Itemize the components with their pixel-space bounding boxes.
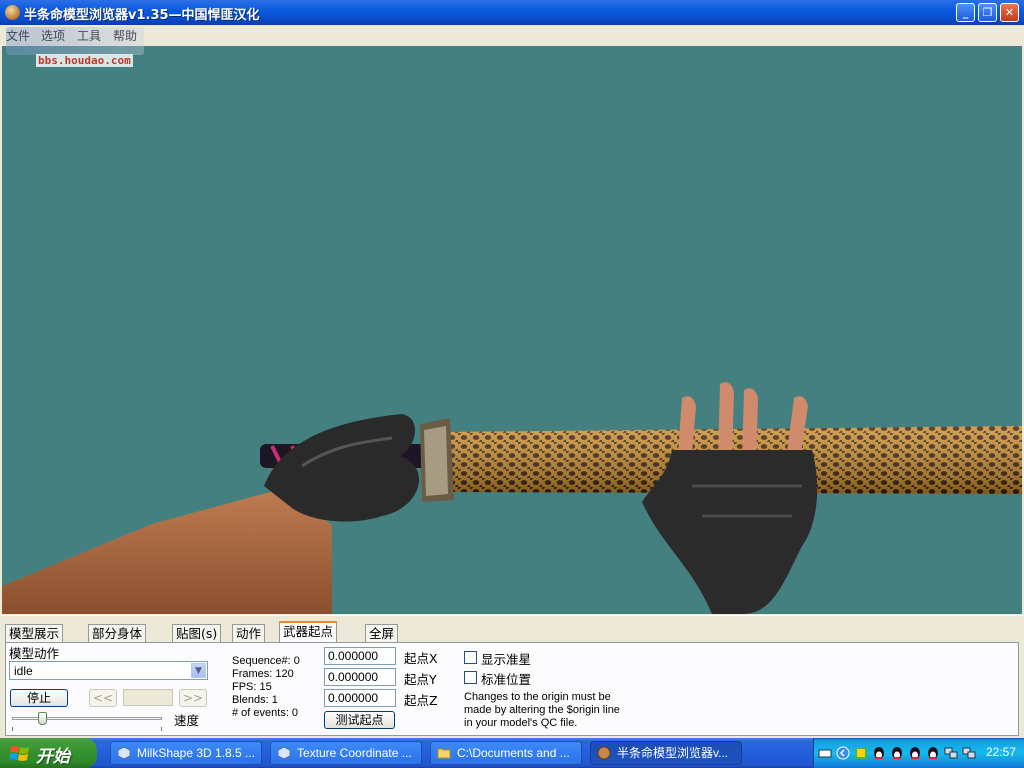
origin-note-line3: in your model's QC file. [464, 717, 578, 729]
model-viewport[interactable] [2, 46, 1022, 614]
origin-z-input[interactable]: 0.000000 [324, 689, 396, 707]
tab-model-display[interactable]: 模型展示 [5, 624, 64, 642]
origin-z-label: 起点Z [404, 693, 438, 708]
tab-sequences[interactable]: 动作 [232, 624, 266, 642]
origin-y-label: 起点Y [404, 672, 437, 687]
ime-icon[interactable] [854, 746, 868, 760]
app-window: 半条命模型浏览器v1.35—中国悍匪汉化 _ ❐ ✕ 文件 选项 工具 帮助 b… [0, 0, 1024, 739]
tab-fullscreen[interactable]: 全屏 [365, 624, 399, 642]
speed-slider-thumb[interactable] [38, 712, 47, 725]
qq-penguin-icon[interactable] [908, 746, 922, 760]
chevron-left-icon[interactable] [836, 746, 850, 760]
menu-options[interactable]: 选项 [41, 27, 65, 44]
task-label: 半条命模型浏览器v... [617, 746, 729, 760]
taskbar: 开始 MilkShape 3D 1.8.5 ... Texture Coordi… [0, 738, 1024, 768]
task-model-viewer[interactable]: 半条命模型浏览器v... [590, 741, 742, 765]
keyboard-icon[interactable] [818, 746, 832, 760]
slider-ticks [12, 727, 162, 731]
cube-icon [277, 746, 291, 760]
qq-penguin-icon[interactable] [926, 746, 940, 760]
model-render [2, 382, 1022, 614]
tab-weapon-origin[interactable]: 武器起点 [279, 621, 338, 643]
speed-label: 速度 [174, 713, 200, 728]
origin-x-input[interactable]: 0.000000 [324, 647, 396, 665]
qq-penguin-icon[interactable] [872, 746, 886, 760]
restore-button[interactable]: ❐ [978, 3, 997, 22]
menu-file[interactable]: 文件 [6, 27, 30, 44]
sequence-label: 模型动作 [9, 646, 60, 661]
start-label: 开始 [36, 747, 70, 767]
info-events: # of events: 0 [232, 707, 299, 719]
info-frames: Frames: 120 [232, 668, 294, 680]
show-crosshair-checkbox[interactable] [464, 651, 477, 664]
standard-position-checkbox[interactable] [464, 671, 477, 684]
origin-note-line2: made by altering the $origin line [464, 704, 620, 716]
task-label: Texture Coordinate ... [297, 746, 412, 760]
clock: 22:57 [986, 745, 1017, 759]
info-fps: FPS: 15 [232, 681, 272, 693]
network-icon[interactable] [962, 746, 976, 760]
next-frame-button[interactable]: >> [179, 689, 207, 707]
task-milkshape[interactable]: MilkShape 3D 1.8.5 ... [110, 741, 262, 765]
sequence-value: idle [14, 664, 33, 678]
cube-icon [117, 746, 131, 760]
window-title: 半条命模型浏览器v1.35—中国悍匪汉化 [24, 8, 260, 23]
left-forearm [2, 486, 332, 614]
right-glove [642, 450, 818, 614]
task-label: C:\Documents and ... [457, 746, 570, 760]
title-bar[interactable]: 半条命模型浏览器v1.35—中国悍匪汉化 _ ❐ ✕ [0, 0, 1024, 25]
task-label: MilkShape 3D 1.8.5 ... [137, 746, 256, 760]
speed-slider-track[interactable] [12, 717, 162, 720]
origin-note-line1: Changes to the origin must be [464, 691, 611, 703]
folder-icon [437, 748, 451, 759]
sequence-select[interactable]: idle ▼ [9, 661, 208, 680]
info-blends: Blends: 1 [232, 694, 278, 706]
info-sequence: Sequence#: 0 [232, 655, 300, 667]
start-button[interactable]: 开始 [0, 738, 97, 768]
app-icon [5, 5, 20, 20]
frame-input[interactable] [123, 689, 173, 706]
windows-logo-icon [10, 746, 29, 761]
app-icon [597, 746, 611, 760]
qq-penguin-icon[interactable] [890, 746, 904, 760]
show-crosshair-label: 显示准星 [481, 652, 532, 667]
menu-bar: 文件 选项 工具 帮助 [0, 25, 1024, 45]
menu-tools[interactable]: 工具 [77, 27, 101, 44]
prev-frame-button[interactable]: << [89, 689, 117, 707]
system-tray: 22:57 [813, 738, 1024, 768]
tab-body-parts[interactable]: 部分身体 [88, 624, 147, 642]
origin-x-label: 起点X [404, 651, 438, 666]
task-explorer[interactable]: C:\Documents and ... [430, 741, 582, 765]
task-texture-coordinate[interactable]: Texture Coordinate ... [270, 741, 422, 765]
standard-position-label: 标准位置 [481, 672, 532, 687]
test-origin-button[interactable]: 测试起点 [324, 711, 395, 729]
tab-textures[interactable]: 贴图(s) [172, 624, 222, 642]
close-button[interactable]: ✕ [1000, 3, 1019, 22]
stop-button[interactable]: 停止 [10, 689, 68, 707]
network-icon[interactable] [944, 746, 958, 760]
chevron-down-icon[interactable]: ▼ [191, 663, 206, 678]
origin-y-input[interactable]: 0.000000 [324, 668, 396, 686]
minimize-button[interactable]: _ [956, 3, 975, 22]
menu-help[interactable]: 帮助 [113, 27, 137, 44]
